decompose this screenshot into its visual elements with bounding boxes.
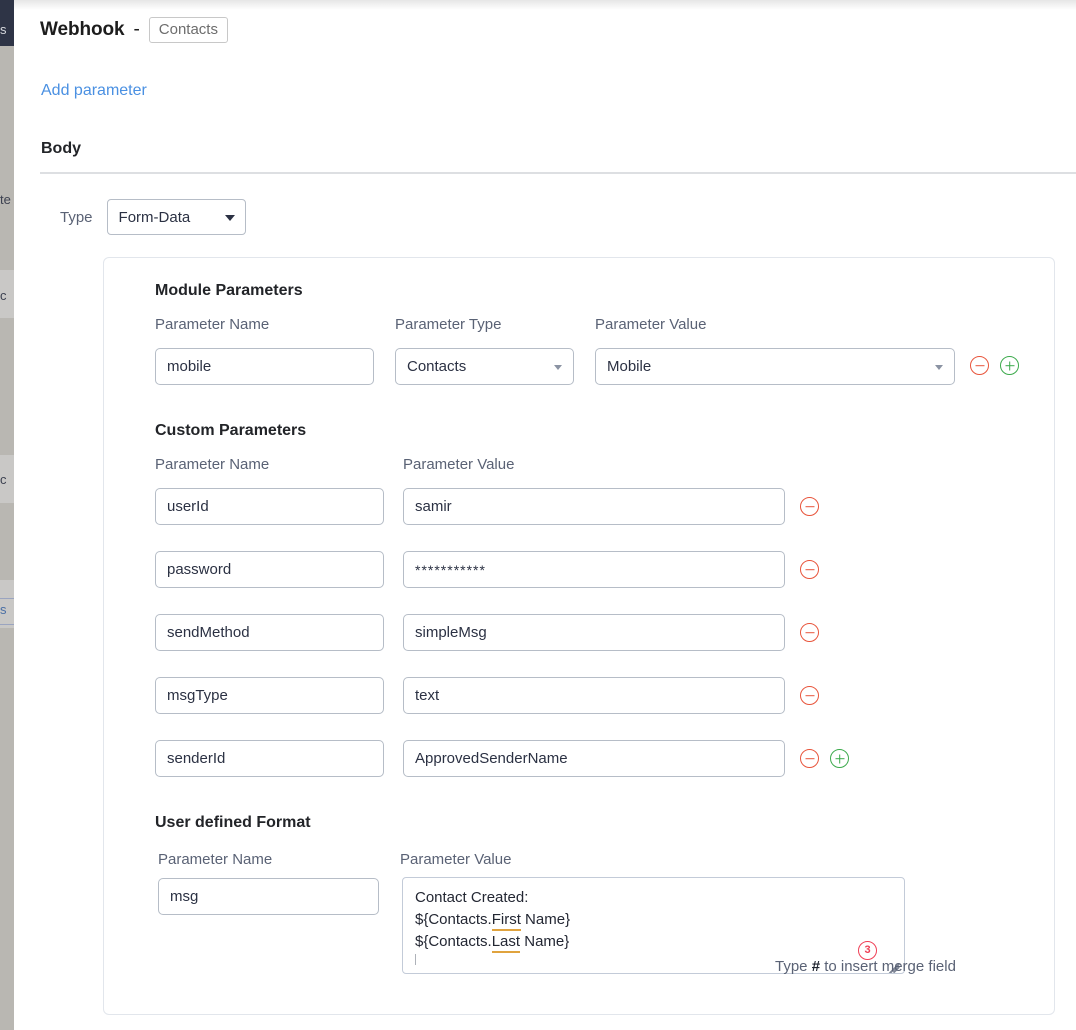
user-defined-format-column-name: Parameter Name	[158, 851, 273, 868]
chevron-down-icon	[554, 364, 562, 370]
chevron-down-icon	[935, 364, 943, 370]
custom-parameter-value-input-4[interactable]	[403, 740, 785, 777]
user-defined-format-title: User defined Format	[155, 814, 311, 831]
merge-hint-suffix: to insert merge field	[820, 958, 956, 975]
body-type-select[interactable]: Form-Data	[106, 199, 246, 235]
parameters-card: Module Parameters Parameter Name Paramet…	[103, 257, 1055, 1015]
background-sliver-text-2: te	[0, 192, 11, 207]
user-defined-format-name-input[interactable]	[158, 878, 379, 915]
background-rule-1	[0, 598, 14, 599]
message-line-3-suffix: Name}	[520, 933, 570, 950]
module-parameters-column-type: Parameter Type	[395, 316, 502, 333]
merge-hint-prefix: Type	[775, 958, 812, 975]
module-parameter-value-select-0[interactable]: Mobile	[595, 348, 955, 385]
remove-custom-parameter-button-3[interactable]	[800, 686, 819, 705]
custom-parameter-value-input-0[interactable]	[403, 488, 785, 525]
remove-custom-parameter-button-2[interactable]	[800, 623, 819, 642]
remove-custom-parameter-button-0[interactable]	[800, 497, 819, 516]
custom-parameter-value-input-3[interactable]	[403, 677, 785, 714]
merge-hint-symbol: #	[811, 958, 821, 975]
custom-parameter-name-input-1[interactable]	[155, 551, 384, 588]
remove-custom-parameter-button-4[interactable]	[800, 749, 819, 768]
custom-parameter-value-input-2[interactable]	[403, 614, 785, 651]
custom-parameters-title: Custom Parameters	[155, 422, 307, 439]
background-sliver-text-5: s	[0, 602, 7, 617]
custom-parameter-name-input-4[interactable]	[155, 740, 384, 777]
message-line-2-merge-word: First	[491, 911, 521, 931]
message-line-1: Contact Created:	[415, 889, 529, 906]
message-line-3-prefix: ${Contacts.	[415, 933, 492, 950]
body-type-row: Type Form-Data	[60, 199, 246, 235]
custom-parameter-name-input-0[interactable]	[155, 488, 384, 525]
chevron-down-icon	[224, 215, 235, 221]
merge-field-hint: Type # to insert merge field	[775, 958, 956, 975]
custom-parameter-name-input-3[interactable]	[155, 677, 384, 714]
module-parameters-column-value: Parameter Value	[595, 316, 707, 333]
user-defined-format-column-value: Parameter Value	[400, 851, 512, 868]
message-line-3-merge-word: Last	[491, 933, 521, 953]
text-cursor	[415, 954, 416, 965]
title-separator: -	[133, 19, 140, 40]
body-section-divider	[40, 172, 1076, 174]
module-parameters-title: Module Parameters	[155, 282, 303, 299]
module-parameter-value-0: Mobile	[607, 358, 652, 375]
body-type-select-value: Form-Data	[118, 208, 191, 226]
module-parameter-type-value-0: Contacts	[407, 358, 467, 375]
add-module-parameter-button-0[interactable]	[1000, 356, 1019, 375]
page-header: Webhook - Contacts	[40, 17, 228, 43]
background-left-panel: s te c c s	[0, 0, 14, 1030]
page-title: Webhook	[40, 19, 125, 40]
background-rule-2	[0, 624, 14, 625]
message-line-2-prefix: ${Contacts.	[415, 911, 492, 928]
custom-parameters-column-value: Parameter Value	[403, 456, 515, 473]
background-sliver-text-3: c	[0, 288, 7, 303]
module-parameter-type-select-0[interactable]: Contacts	[395, 348, 574, 385]
background-sliver-text-4: c	[0, 472, 7, 487]
body-section-heading: Body	[41, 140, 81, 157]
webhook-configuration-panel: Webhook - Contacts Add parameter Body Ty…	[14, 0, 1076, 1030]
remove-custom-parameter-button-1[interactable]	[800, 560, 819, 579]
custom-parameter-name-input-2[interactable]	[155, 614, 384, 651]
add-custom-parameter-button-4[interactable]	[830, 749, 849, 768]
module-parameters-column-name: Parameter Name	[155, 316, 270, 333]
add-parameter-link[interactable]: Add parameter	[41, 82, 147, 100]
top-edge-gradient	[14, 0, 1076, 10]
custom-parameters-column-name: Parameter Name	[155, 456, 270, 473]
type-label: Type	[60, 208, 93, 226]
remove-module-parameter-button-0[interactable]	[970, 356, 989, 375]
module-parameter-name-input-0[interactable]	[155, 348, 374, 385]
custom-parameter-value-input-1[interactable]	[403, 551, 785, 588]
message-line-2-suffix: Name}	[520, 911, 571, 928]
module-badge: Contacts	[148, 17, 228, 43]
background-sliver-text-1: s	[0, 22, 7, 37]
message-text-content: Contact Created: ${Contacts.First Name} ${…	[415, 887, 570, 953]
